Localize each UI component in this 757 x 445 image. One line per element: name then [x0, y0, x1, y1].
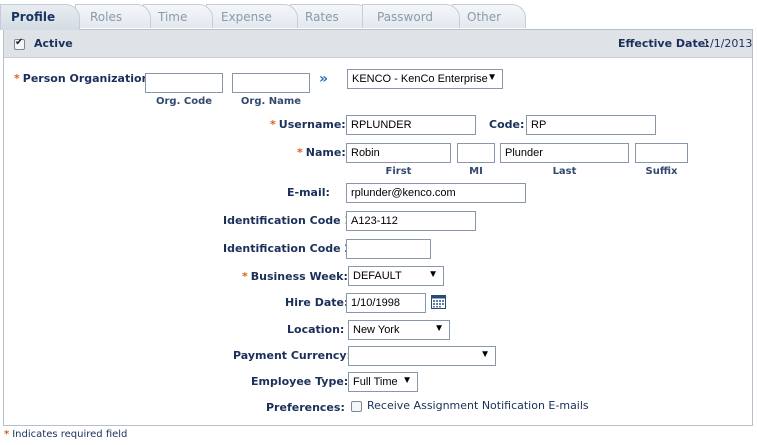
label-text: Username: — [278, 118, 346, 131]
select-value: KENCO - KenCo Enterprise — [352, 73, 488, 85]
business-week-label: * Business Week: — [242, 270, 348, 283]
required-marker: * — [297, 146, 303, 159]
employee-type-select[interactable]: Full Time ▼ — [348, 372, 418, 392]
email-label: E-mail: — [287, 186, 330, 199]
effective-date-label: Effective Date: — [618, 37, 710, 50]
dropdown-arrow-icon: ▼ — [487, 72, 497, 83]
org-code-caption: Org. Code — [155, 96, 213, 107]
hire-date-input[interactable] — [346, 293, 426, 313]
code-label: Code: — [489, 118, 525, 131]
tab-profile[interactable]: Profile — [0, 4, 80, 30]
tab-label: Time — [158, 10, 188, 24]
preferences-label: Preferences: — [266, 401, 345, 414]
dropdown-arrow-icon: ▼ — [428, 269, 438, 280]
required-note: * Indicates required field — [4, 429, 127, 440]
calendar-icon-graphic — [431, 295, 446, 309]
chevron-right-icon[interactable]: » — [319, 71, 328, 87]
first-name-input[interactable] — [346, 143, 451, 163]
tab-roles[interactable]: Roles — [75, 4, 151, 28]
effective-date-value: 1/1/2013 — [703, 37, 753, 50]
org-name-input[interactable] — [232, 73, 310, 93]
middle-initial-input[interactable] — [457, 143, 495, 163]
required-marker: * — [270, 118, 276, 131]
hire-date-label: Hire Date: — [285, 296, 349, 309]
employee-type-label: Employee Type: — [251, 375, 349, 388]
tab-expense[interactable]: Expense — [206, 4, 298, 28]
dropdown-arrow-icon: ▼ — [480, 349, 490, 360]
username-input[interactable] — [346, 115, 476, 135]
business-week-select[interactable]: DEFAULT ▼ — [348, 266, 444, 286]
person-org-label: * Person Organization: — [14, 72, 154, 85]
id-code-2-input[interactable] — [346, 239, 431, 259]
last-caption: Last — [552, 166, 577, 177]
org-name-caption: Org. Name — [240, 96, 302, 107]
label-text: Person Organization: — [22, 72, 154, 85]
tab-label: Rates — [305, 10, 339, 24]
dropdown-arrow-icon: ▼ — [402, 375, 412, 386]
tab-password[interactable]: Password — [362, 4, 460, 28]
id-code-2-label: Identification Code 2: — [223, 242, 357, 255]
tab-label: Other — [467, 10, 502, 24]
code-input[interactable] — [526, 115, 656, 135]
required-marker: * — [242, 270, 248, 283]
location-select[interactable]: New York ▼ — [348, 320, 450, 340]
organization-select[interactable]: KENCO - KenCo Enterprise ▼ — [347, 69, 503, 89]
notify-emails-checkbox[interactable] — [351, 401, 362, 412]
first-caption: First — [385, 166, 412, 177]
tab-label: Roles — [90, 10, 123, 24]
label-text: Name: — [305, 146, 346, 159]
name-label: * Name: — [297, 146, 346, 159]
id-code-1-input[interactable] — [346, 211, 476, 231]
tab-rates[interactable]: Rates — [290, 4, 370, 28]
tab-bar: Rates Other Password Expense Time Roles … — [0, 0, 757, 30]
tab-label: Password — [377, 10, 434, 24]
payment-currency-select[interactable]: ▼ — [348, 346, 496, 366]
email-input[interactable] — [346, 183, 526, 203]
dropdown-arrow-icon: ▼ — [434, 323, 444, 334]
active-checkbox[interactable] — [14, 37, 25, 50]
select-value: New York — [353, 324, 400, 336]
select-value: DEFAULT — [353, 270, 402, 282]
mi-caption: MI — [469, 166, 483, 177]
label-text: Business Week: — [250, 270, 348, 283]
id-code-1-label: Identification Code 1: — [223, 214, 357, 227]
required-marker: * — [14, 72, 20, 85]
required-marker: * — [4, 429, 10, 440]
suffix-caption: Suffix — [645, 166, 678, 177]
last-name-input[interactable] — [500, 143, 629, 163]
notify-emails-label: Receive Assignment Notification E-mails — [367, 399, 589, 412]
required-note-text: Indicates required field — [12, 429, 128, 440]
active-label: Active — [34, 37, 73, 50]
username-label: * Username: — [270, 118, 346, 131]
tab-label: Profile — [11, 10, 56, 24]
tab-time[interactable]: Time — [143, 4, 213, 28]
payment-currency-label: Payment Currency: — [233, 349, 351, 362]
select-value: Full Time — [353, 376, 398, 388]
org-code-input[interactable] — [145, 73, 223, 93]
calendar-icon[interactable] — [431, 294, 446, 309]
tab-label: Expense — [221, 10, 272, 24]
tab-other[interactable]: Other — [452, 4, 526, 28]
location-label: Location: — [287, 323, 345, 336]
suffix-input[interactable] — [635, 143, 688, 163]
